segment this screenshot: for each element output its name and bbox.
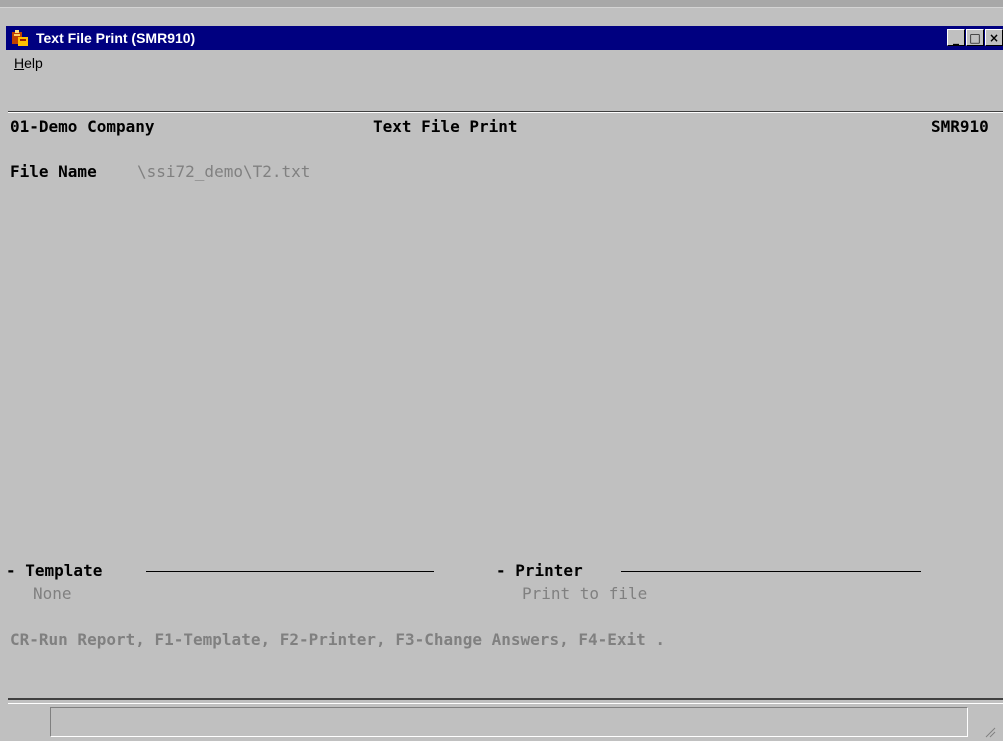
menu-help[interactable]: Help bbox=[14, 55, 43, 71]
header-divider bbox=[8, 111, 1003, 113]
maximize-button[interactable]: □ bbox=[966, 29, 984, 46]
window-title: Text File Print (SMR910) bbox=[36, 30, 196, 46]
minimize-button[interactable]: _ bbox=[947, 29, 965, 46]
template-value: None bbox=[33, 584, 72, 603]
file-name-label: File Name bbox=[10, 162, 97, 181]
title-bar[interactable]: Text File Print (SMR910) _ □ × bbox=[6, 26, 1003, 50]
menu-help-mnemonic: H bbox=[14, 55, 25, 71]
template-title: - Template bbox=[6, 561, 103, 580]
program-code: SMR910 bbox=[931, 117, 989, 136]
menu-help-label: elp bbox=[24, 55, 43, 71]
company-name: 01-Demo Company bbox=[10, 117, 155, 136]
template-divider bbox=[146, 571, 434, 572]
printer-divider bbox=[621, 571, 921, 572]
command-prompt: CR-Run Report, F1-Template, F2-Printer, … bbox=[10, 630, 666, 649]
file-name-field[interactable]: \ssi72_demo\T2.txt bbox=[137, 162, 310, 182]
report-title: Text File Print bbox=[373, 117, 518, 136]
close-button[interactable]: × bbox=[985, 29, 1003, 46]
menu-bar: Help bbox=[6, 52, 1003, 74]
window-controls: _ □ × bbox=[946, 29, 1003, 47]
resize-grip-icon[interactable] bbox=[982, 726, 996, 738]
printer-value: Print to file bbox=[522, 584, 648, 603]
footer-divider bbox=[8, 698, 1003, 704]
top-strip bbox=[0, 0, 1003, 8]
app-icon bbox=[12, 30, 28, 46]
printer-title: - Printer bbox=[496, 561, 583, 580]
status-bar bbox=[50, 707, 968, 737]
printer-section-header: - Printer bbox=[496, 561, 921, 581]
template-section-header: - Template bbox=[6, 561, 434, 581]
